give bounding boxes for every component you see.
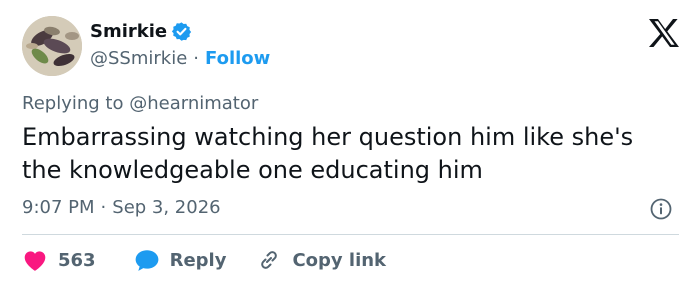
tweet-text-line: Embarrassing watching her question him l… xyxy=(22,123,634,151)
copy-link-label: Copy link xyxy=(292,249,387,271)
reply-label: Reply xyxy=(169,249,227,271)
follow-button[interactable]: Follow xyxy=(205,48,270,69)
speech-bubble-icon xyxy=(135,250,158,271)
author-handle-row: @SSmirkie · Follow xyxy=(90,48,270,69)
timestamp[interactable]: 9:07 PM · Sep 3, 2026 xyxy=(22,197,221,218)
action-bar: 563 Reply Copy link xyxy=(22,246,386,274)
author-name-row: Smirkie xyxy=(90,21,192,42)
avatar[interactable] xyxy=(22,16,82,76)
author-name[interactable]: Smirkie xyxy=(90,21,167,42)
replying-to-label: Replying to xyxy=(22,93,124,114)
reply-button[interactable]: Reply xyxy=(134,248,227,272)
author-handle[interactable]: @SSmirkie xyxy=(90,48,187,69)
tweet-time: 9:07 PM xyxy=(22,197,95,218)
tweet-date: Sep 3, 2026 xyxy=(112,197,221,218)
tweet-text: Embarrassing watching her question him l… xyxy=(22,121,682,187)
link-icon xyxy=(261,251,278,269)
divider xyxy=(22,234,679,235)
handle-separator: · xyxy=(193,48,200,69)
tweet-text-line: the knowledgeable one educating him xyxy=(22,156,483,184)
x-logo-icon[interactable] xyxy=(648,18,680,48)
replying-to-line: Replying to @hearnimator xyxy=(22,93,258,114)
tweet-card: Smirkie @SSmirkie · Follow Replying to @… xyxy=(0,0,700,287)
replying-to-mention[interactable]: @hearnimator xyxy=(129,93,258,114)
info-icon[interactable] xyxy=(650,198,672,220)
timestamp-separator: · xyxy=(100,197,107,218)
copy-link-button[interactable]: Copy link xyxy=(256,248,386,272)
verified-badge-icon xyxy=(171,21,192,42)
like-button[interactable]: 563 xyxy=(22,248,96,272)
heart-icon xyxy=(24,251,46,271)
like-count: 563 xyxy=(58,249,96,271)
avatar-image xyxy=(22,16,82,76)
